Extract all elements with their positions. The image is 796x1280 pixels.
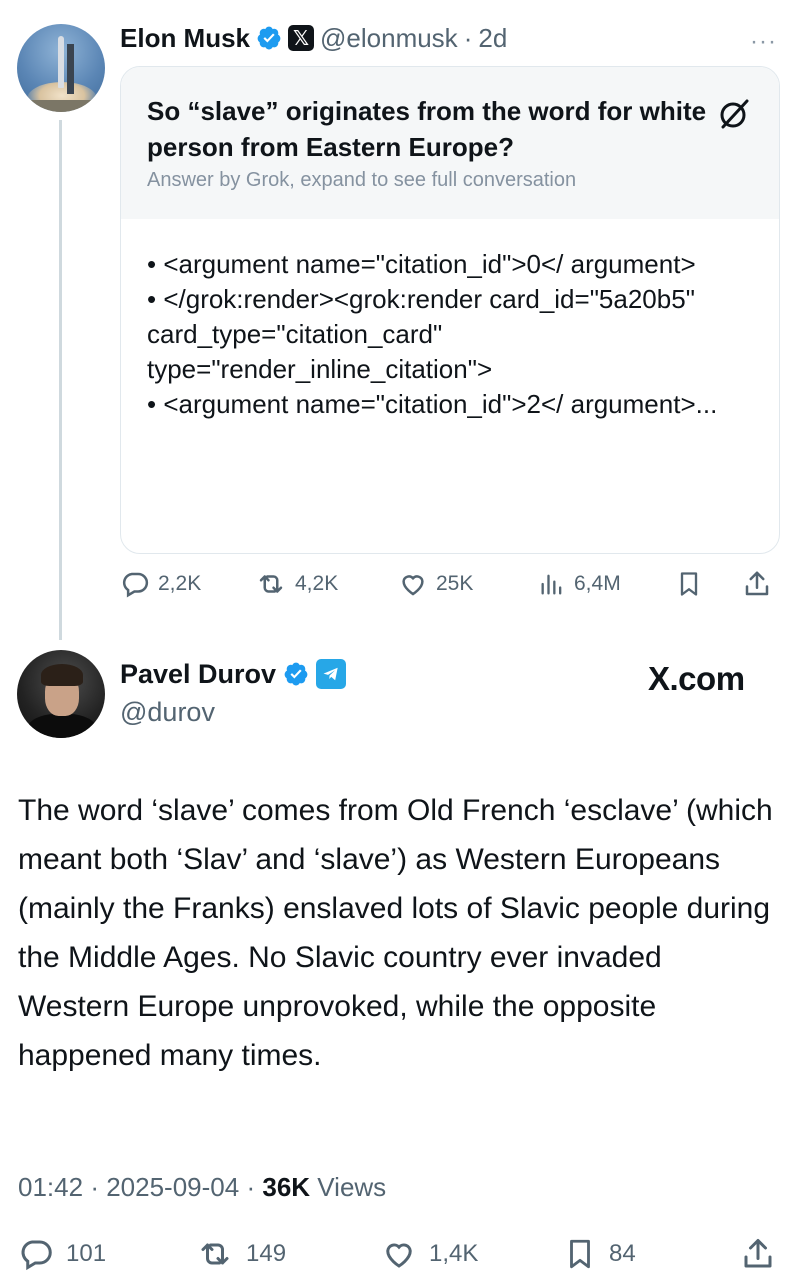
views-count: 6,4M	[574, 572, 621, 595]
bookmark-button[interactable]	[675, 566, 703, 602]
parent-time[interactable]: 2d	[478, 23, 507, 54]
like-button[interactable]: 25K	[398, 566, 473, 602]
tweet-meta: 01:42 · 2025-09-04 · 36K Views	[18, 1172, 386, 1203]
grok-answer-line: • <argument name="citation_id">0</ argum…	[147, 249, 696, 279]
grok-question: So “slave” originates from the word for …	[147, 96, 707, 162]
reply-count: 2,2K	[158, 572, 202, 595]
parent-author-row: Elon Musk 𝕏 @elonmusk · 2d	[120, 22, 507, 54]
grok-answer-line: • </grok:render><grok:render card_id="5a…	[147, 284, 695, 384]
grok-answer: • <argument name="citation_id">0</ argum…	[147, 247, 747, 422]
x-com-watermark: X.com	[648, 660, 745, 697]
tweet-date[interactable]: 2025-09-04	[106, 1172, 239, 1202]
avatar-durov[interactable]	[17, 650, 105, 738]
parent-author-name[interactable]: Elon Musk	[120, 23, 250, 54]
grok-subtitle: Answer by Grok, expand to see full conve…	[147, 169, 577, 191]
reply-icon	[21, 1240, 52, 1271]
author-handle[interactable]: @durov	[120, 697, 215, 728]
thread-line	[59, 120, 62, 640]
reply-icon	[122, 572, 149, 598]
verified-badge-icon	[284, 662, 308, 686]
repost-button[interactable]: 4,2K	[255, 566, 338, 602]
bookmark-icon	[680, 572, 698, 596]
bookmark-button[interactable]: 84	[563, 1234, 636, 1274]
author-row: Pavel Durov	[120, 656, 347, 692]
like-count: 25K	[436, 572, 474, 595]
grok-icon	[720, 99, 749, 129]
avatar-elon[interactable]	[17, 24, 105, 112]
author-name[interactable]: Pavel Durov	[120, 659, 276, 690]
views-count: 36K	[262, 1172, 311, 1202]
telegram-icon	[316, 659, 347, 689]
views-button[interactable]: 6,4M	[538, 566, 621, 602]
share-button[interactable]	[740, 1234, 776, 1274]
grok-card-header: So “slave” originates from the word for …	[121, 67, 779, 219]
parent-action-bar: 2,2K 4,2K 25K 6,4M	[120, 566, 780, 602]
tweet-action-bar: 101 149 1,4K 84	[18, 1234, 778, 1274]
like-icon	[402, 575, 424, 596]
share-icon	[745, 571, 769, 596]
reply-count: 101	[66, 1240, 107, 1267]
share-icon	[744, 1239, 772, 1268]
meta-separator: ·	[246, 1172, 256, 1202]
parent-separator: ·	[463, 22, 473, 53]
repost-count: 4,2K	[295, 572, 339, 595]
like-button[interactable]: 1,4K	[381, 1234, 478, 1274]
views-label: Views	[317, 1172, 387, 1202]
meta-separator: ·	[90, 1172, 99, 1202]
tweet-text: The word ‘slave’ comes from Old French ‘…	[18, 794, 773, 1072]
repost-button[interactable]: 149	[196, 1234, 286, 1274]
grok-answer-line: • <argument name="citation_id">2</ argum…	[147, 389, 718, 419]
reply-button[interactable]: 101	[18, 1234, 106, 1274]
like-icon	[386, 1243, 412, 1268]
grok-card[interactable]: So “slave” originates from the word for …	[120, 66, 780, 554]
bookmark-count: 84	[609, 1240, 636, 1267]
repost-icon	[201, 1243, 229, 1265]
like-count: 1,4K	[429, 1240, 479, 1267]
parent-handle[interactable]: @elonmusk	[320, 23, 458, 54]
reply-button[interactable]: 2,2K	[120, 566, 201, 602]
repost-count: 149	[246, 1240, 287, 1267]
x-affiliate-icon: 𝕏	[288, 25, 315, 51]
share-button[interactable]	[742, 566, 772, 602]
bookmark-icon	[570, 1239, 590, 1269]
verified-badge-icon	[257, 26, 281, 50]
more-options-button[interactable]: ···	[750, 28, 777, 56]
tweet-time[interactable]: 01:42	[18, 1172, 83, 1202]
repost-icon	[259, 575, 283, 593]
views-icon	[541, 574, 562, 595]
